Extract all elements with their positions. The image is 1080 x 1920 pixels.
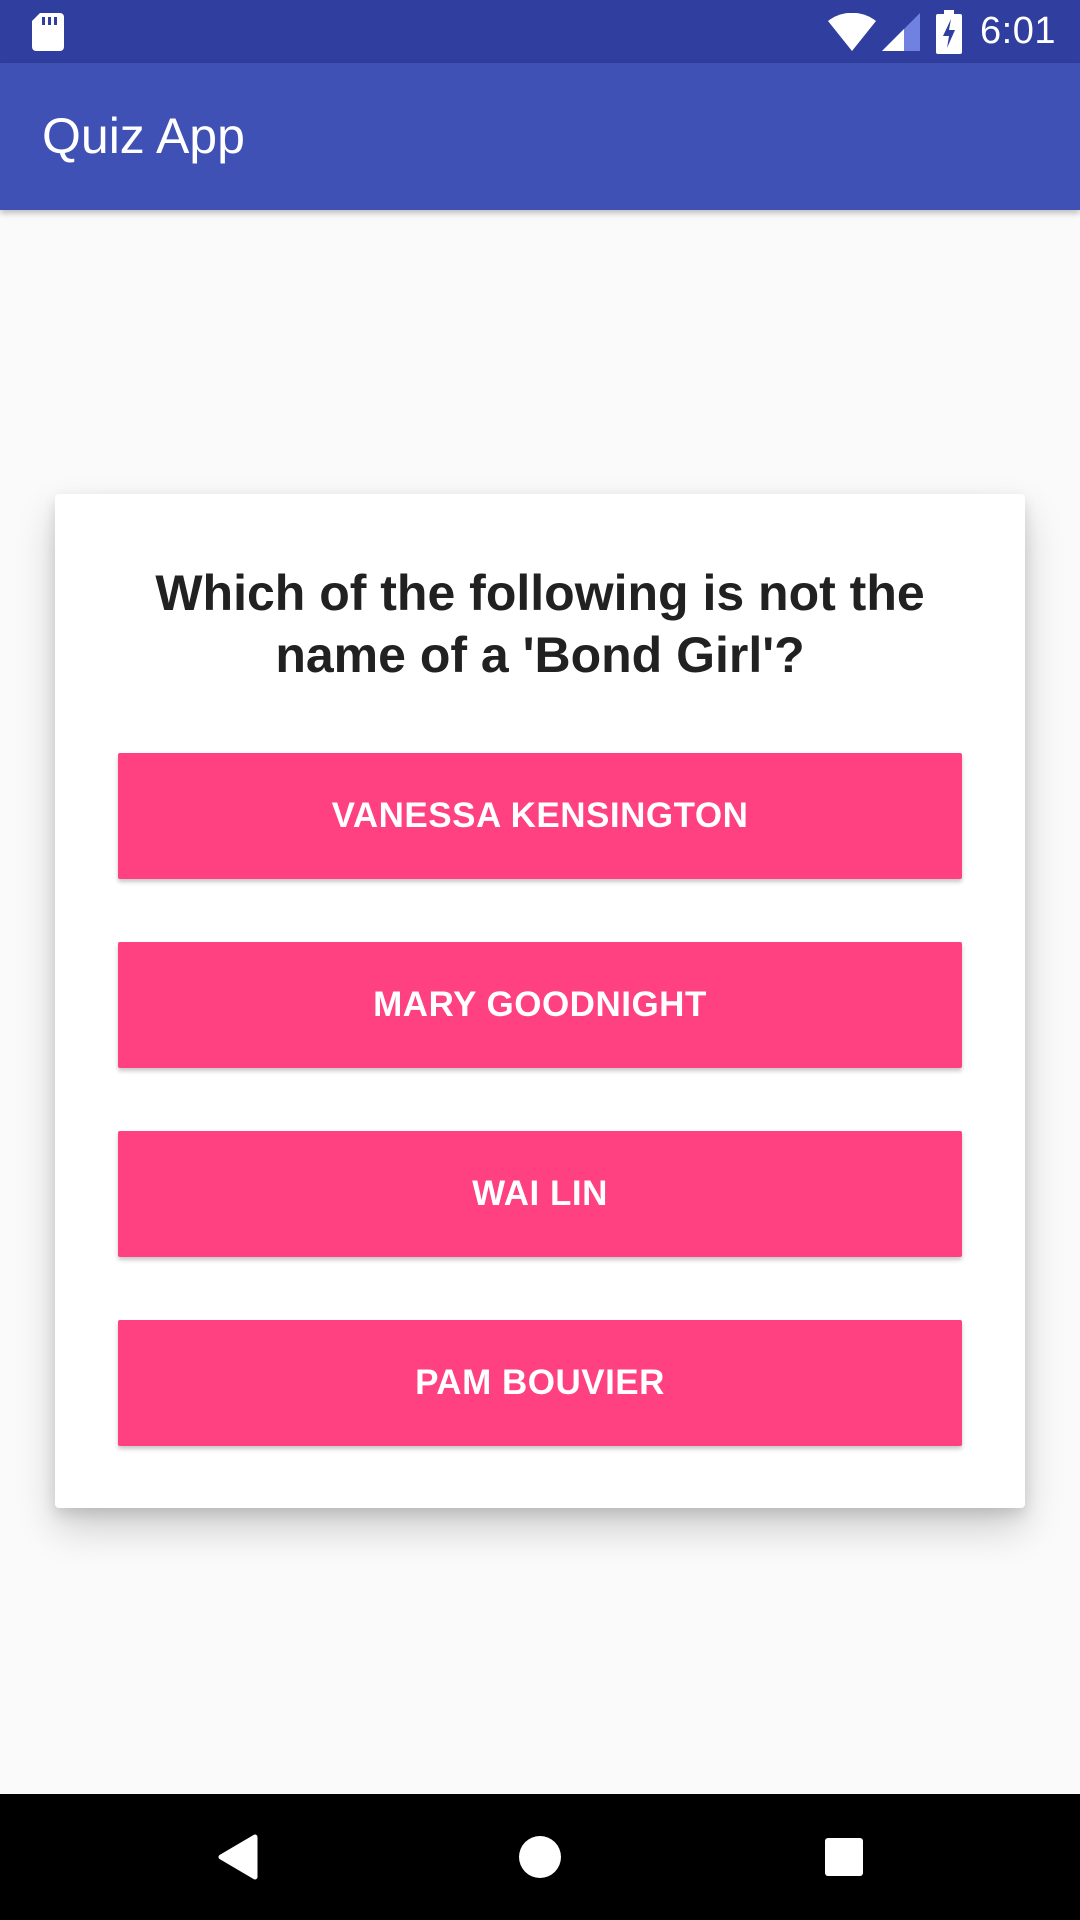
wifi-icon bbox=[828, 12, 877, 51]
recents-icon bbox=[825, 1838, 863, 1876]
battery-charging-icon bbox=[936, 9, 963, 54]
recents-button[interactable] bbox=[796, 1794, 892, 1920]
answer-button-2[interactable]: MARY GOODNIGHT bbox=[118, 942, 962, 1068]
back-button[interactable] bbox=[190, 1794, 286, 1920]
home-button[interactable] bbox=[492, 1794, 588, 1920]
signal-icon bbox=[882, 12, 921, 51]
answer-button-3[interactable]: WAI LIN bbox=[118, 1131, 962, 1257]
answer-button-4[interactable]: PAM BOUVIER bbox=[118, 1320, 962, 1446]
question-text: Which of the following is not the name o… bbox=[155, 565, 925, 683]
status-icons: 6:01 bbox=[828, 0, 1080, 63]
home-icon bbox=[519, 1836, 561, 1878]
status-time: 6:01 bbox=[980, 10, 1056, 52]
navigation-bar bbox=[0, 1794, 1080, 1920]
answer-button-1[interactable]: VANESSA KENSINGTON bbox=[118, 753, 962, 879]
app-bar: Quiz App bbox=[0, 63, 1080, 210]
status-bar: 6:01 bbox=[0, 0, 1080, 63]
back-icon bbox=[218, 1834, 258, 1880]
app-title: Quiz App bbox=[42, 108, 245, 164]
quiz-card: Which of the following is not the name o… bbox=[55, 494, 1025, 1508]
sd-card-icon bbox=[32, 13, 64, 51]
